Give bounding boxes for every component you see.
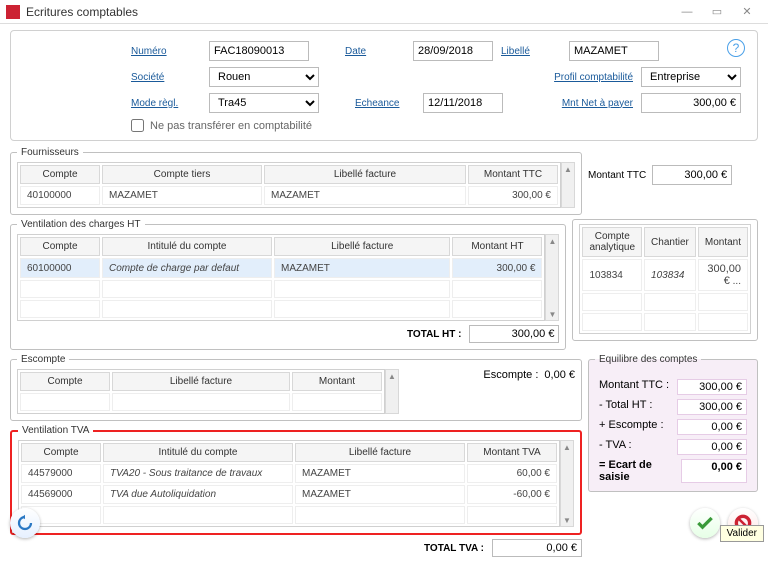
fournisseurs-grid[interactable]: Compte Compte tiers Libellé facture Mont…: [17, 162, 561, 208]
col-compte: Compte: [21, 443, 101, 462]
equil-row: + Escompte :0,00 €: [595, 417, 751, 437]
profil-select[interactable]: Entreprise: [641, 67, 741, 87]
table-row[interactable]: 40100000 MAZAMET MAZAMET 300,00 €: [20, 186, 558, 205]
charges-legend: Ventilation des charges HT: [17, 219, 145, 230]
notransfer-label: Ne pas transférer en comptabilité: [150, 120, 312, 132]
col-montant: Montant: [292, 372, 382, 391]
tva-total-label: TOTAL TVA :: [424, 543, 484, 554]
societe-label: Société: [131, 72, 201, 83]
validate-tooltip: Valider: [720, 525, 764, 542]
maximize-button[interactable]: ▭: [702, 2, 732, 22]
help-icon[interactable]: ?: [727, 39, 745, 57]
charges-fieldset: Ventilation des charges HT Compte Intitu…: [10, 219, 566, 350]
col-compte: Compte: [20, 372, 110, 391]
mntnet-input[interactable]: [641, 93, 741, 113]
table-row[interactable]: 103834 103834 300,00 € ...: [582, 259, 748, 291]
equilibre-fieldset: Equilibre des comptes Montant TTC :300,0…: [588, 354, 758, 492]
analytique-grid[interactable]: Compte analytique Chantier Montant 10383…: [579, 224, 751, 334]
fournisseurs-legend: Fournisseurs: [17, 147, 83, 158]
escompte-fieldset: Escompte Compte Libellé facture Montant …: [10, 354, 582, 421]
app-icon: [6, 5, 20, 19]
libelle-input[interactable]: [569, 41, 659, 61]
analytique-fieldset: Compte analytique Chantier Montant 10383…: [572, 219, 758, 341]
col-tiers: Compte tiers: [102, 165, 262, 184]
col-ttc: Montant TTC: [468, 165, 558, 184]
charges-grid[interactable]: Compte Intitulé du compte Libellé factur…: [17, 234, 545, 321]
echeance-input[interactable]: [423, 93, 503, 113]
col-libelle: Libellé facture: [274, 237, 450, 256]
minimize-button[interactable]: —: [672, 2, 702, 22]
footer: [10, 508, 758, 538]
col-compte: Compte: [20, 165, 100, 184]
mntnet-label: Mnt Net à payer: [523, 98, 633, 109]
scrollbar[interactable]: ▲: [561, 162, 575, 208]
close-button[interactable]: ✕: [732, 2, 762, 22]
table-row[interactable]: 60100000 Compte de charge par defaut MAZ…: [20, 258, 542, 278]
col-ht: Montant HT: [452, 237, 542, 256]
societe-select[interactable]: Rouen: [209, 67, 319, 87]
col-intitule: Intitulé du compte: [103, 443, 293, 462]
col-libelle: Libellé facture: [264, 165, 466, 184]
equilibre-legend: Equilibre des comptes: [595, 354, 701, 365]
side-ttc-value[interactable]: [652, 165, 732, 185]
escompte-total-label: Escompte :: [483, 369, 538, 381]
col-compte: Compte: [20, 237, 100, 256]
table-row[interactable]: 44579000TVA20 - Sous traitance de travau…: [21, 464, 557, 483]
table-row[interactable]: 44569000TVA due AutoliquidationMAZAMET-6…: [21, 485, 557, 504]
fournisseurs-fieldset: Fournisseurs Compte Compte tiers Libellé…: [10, 147, 582, 215]
equil-row: Montant TTC :300,00 €: [595, 377, 751, 397]
scrollbar[interactable]: ▲▼: [545, 234, 559, 321]
equil-row-ecart: = Ecart de saisie0,00 €: [595, 457, 751, 485]
header-form: ? Numéro Date Libellé Société Rouen Prof…: [10, 30, 758, 141]
back-button[interactable]: [10, 508, 40, 538]
table-row[interactable]: [582, 313, 748, 331]
numero-label: Numéro: [131, 46, 201, 57]
tva-legend: Ventilation TVA: [18, 425, 93, 436]
date-input[interactable]: [413, 41, 493, 61]
col-chantier: Chantier: [644, 227, 696, 257]
escompte-grid[interactable]: Compte Libellé facture Montant: [17, 369, 385, 414]
equil-row: - TVA :0,00 €: [595, 437, 751, 457]
table-row[interactable]: [20, 300, 542, 318]
notransfer-checkbox[interactable]: [131, 119, 144, 132]
table-row[interactable]: [582, 293, 748, 311]
scrollbar[interactable]: ▲: [385, 369, 399, 414]
titlebar: Ecritures comptables — ▭ ✕: [0, 0, 768, 24]
col-analytique: Compte analytique: [582, 227, 642, 257]
col-montant: Montant: [698, 227, 748, 257]
escompte-legend: Escompte: [17, 354, 69, 365]
side-ttc-label: Montant TTC: [588, 170, 646, 181]
numero-input[interactable]: [209, 41, 309, 61]
mode-select[interactable]: Tra45: [209, 93, 319, 113]
echeance-label: Echeance: [355, 98, 415, 109]
window-title: Ecritures comptables: [26, 5, 672, 19]
date-label: Date: [345, 46, 405, 57]
validate-button[interactable]: [690, 508, 720, 538]
col-libelle: Libellé facture: [112, 372, 290, 391]
table-row[interactable]: [20, 280, 542, 298]
table-row[interactable]: [20, 393, 382, 411]
col-intitule: Intitulé du compte: [102, 237, 272, 256]
total-ht-value: 300,00 €: [469, 325, 559, 343]
col-tva: Montant TVA: [467, 443, 557, 462]
escompte-total-value: 0,00 €: [544, 369, 575, 381]
libelle-label: Libellé: [501, 46, 561, 57]
mode-label: Mode règl.: [131, 98, 201, 109]
profil-label: Profil comptabilité: [523, 72, 633, 83]
equil-row: - Total HT :300,00 €: [595, 397, 751, 417]
col-libelle: Libellé facture: [295, 443, 465, 462]
total-ht-label: TOTAL HT :: [407, 329, 461, 340]
